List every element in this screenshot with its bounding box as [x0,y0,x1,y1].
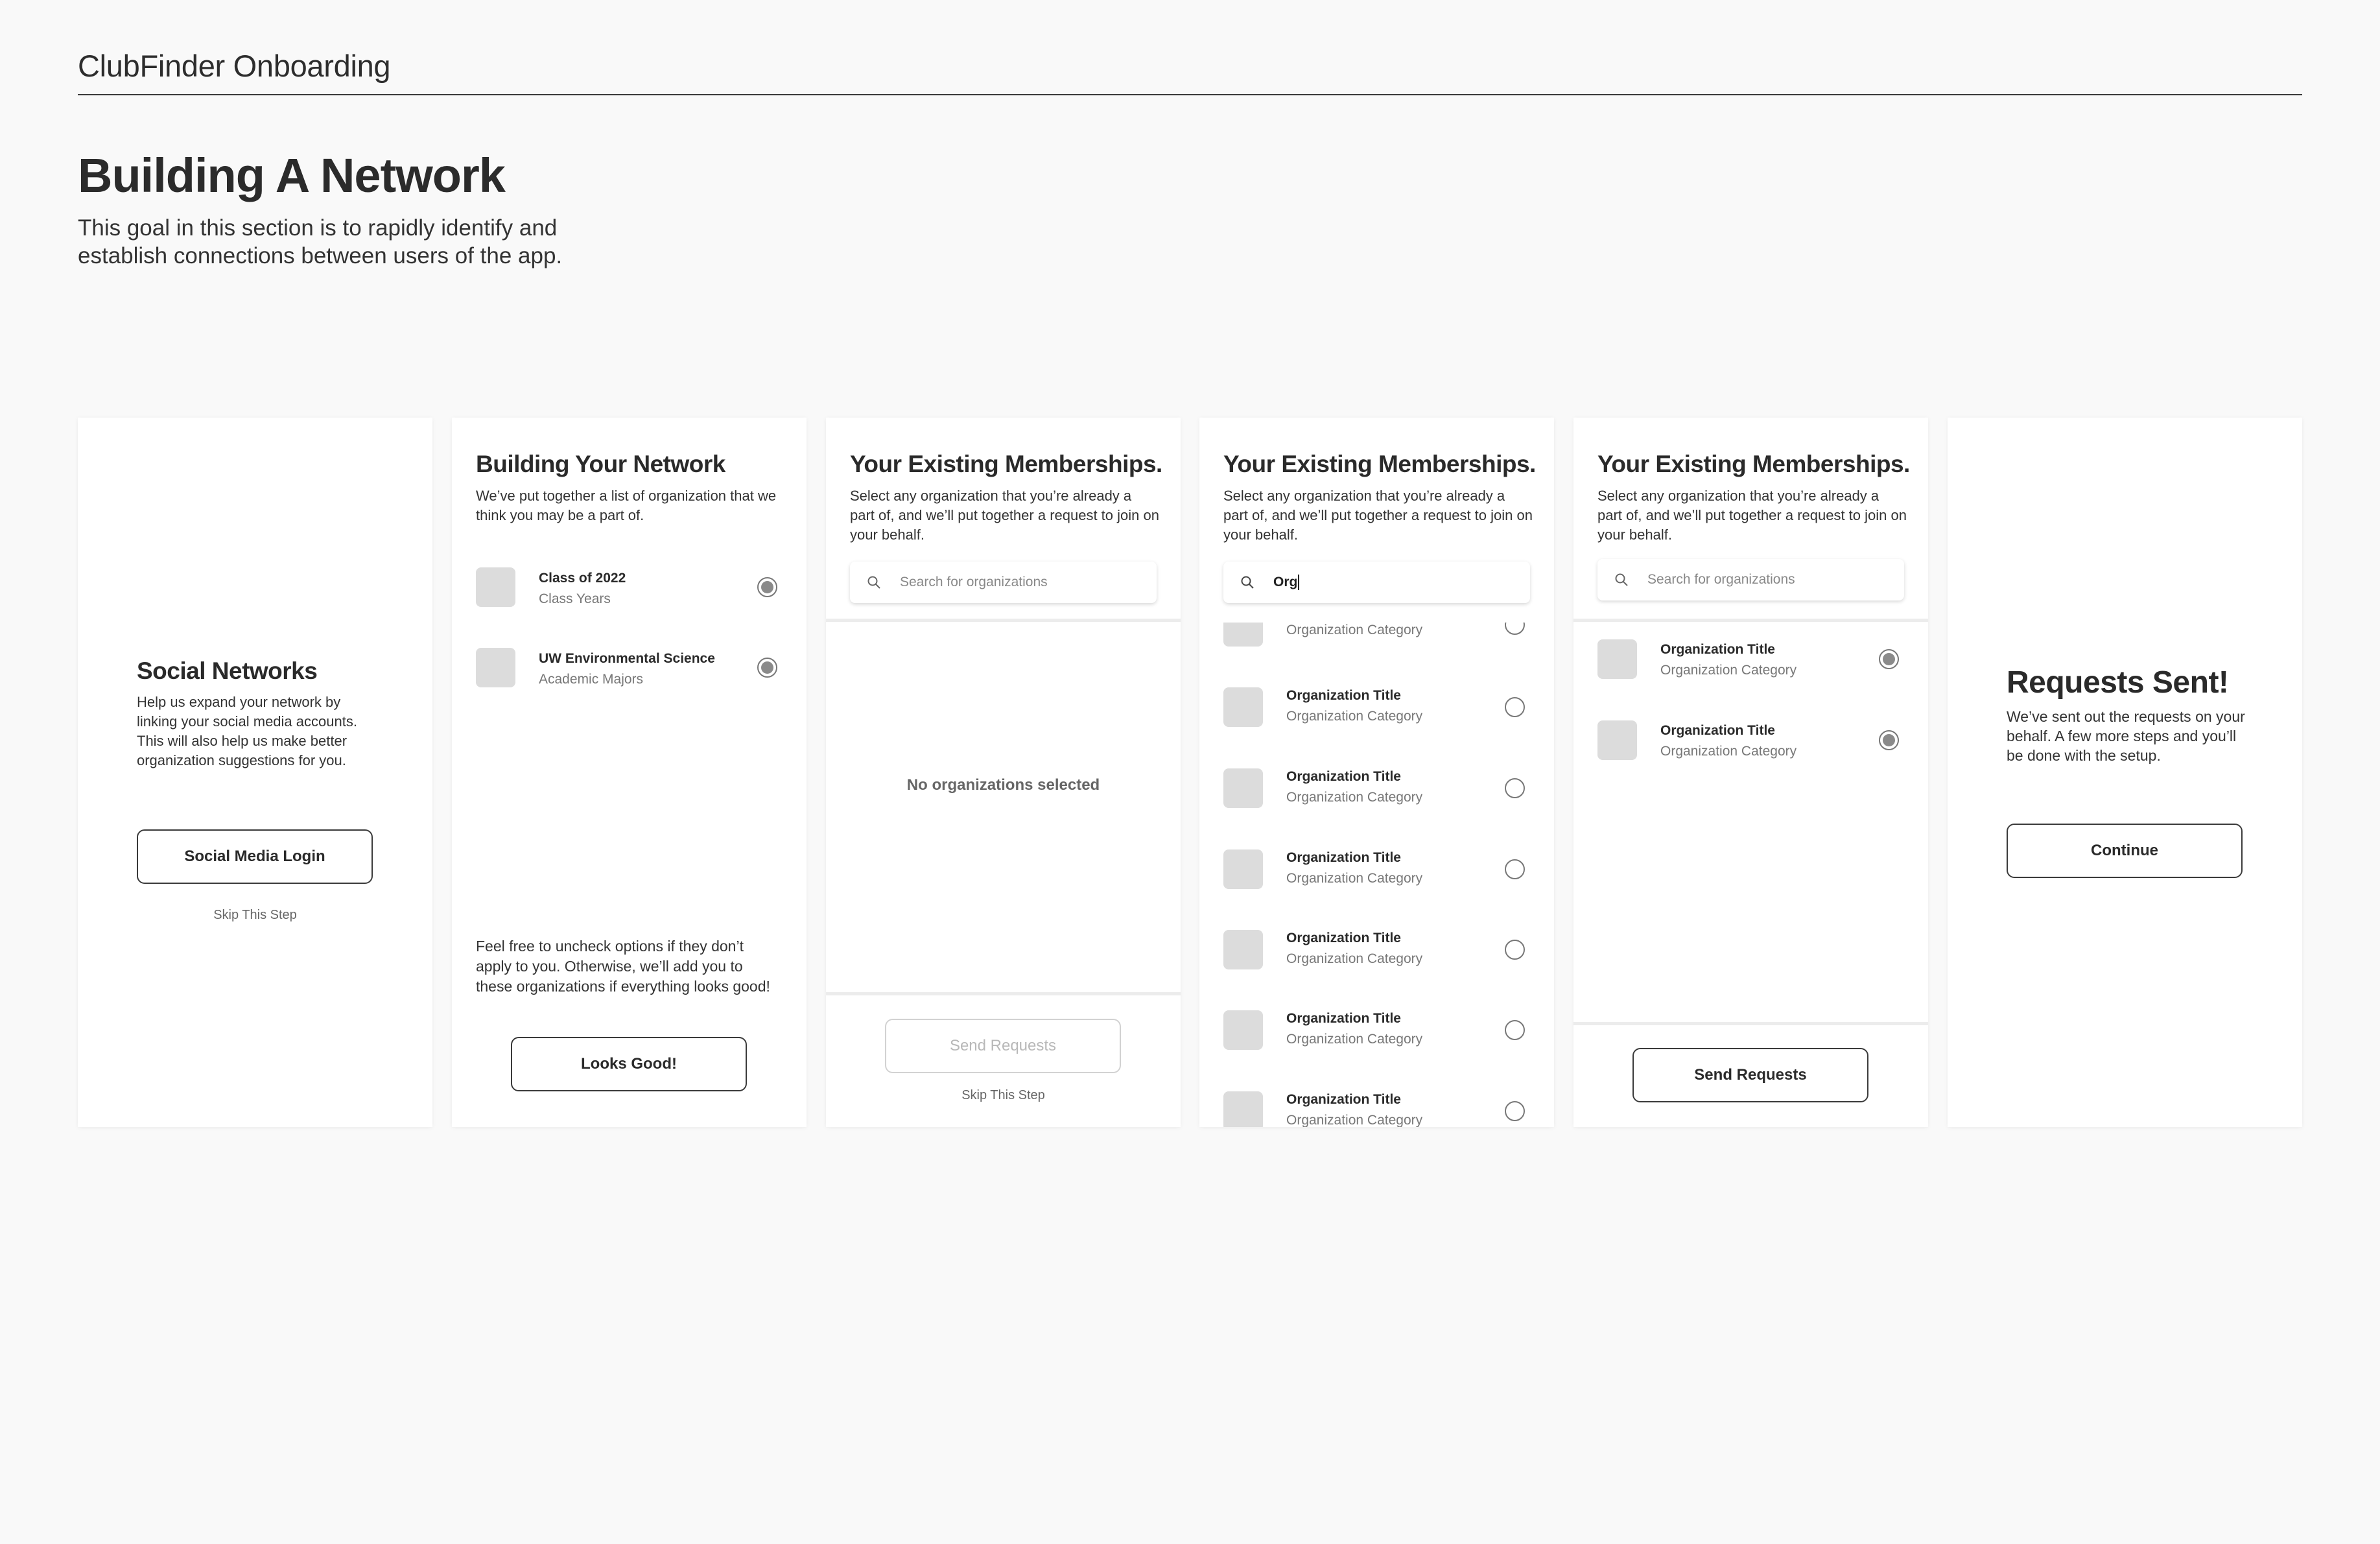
screen-social-networks: Social Networks Help us expand your netw… [78,418,432,1127]
organization-thumbnail [1223,687,1263,727]
screen-subtitle: Select any organization that you’re alre… [1223,488,1533,543]
search-input[interactable]: Search for organizations [1597,559,1904,600]
section-description: This goal in this section is to rapidly … [78,215,563,268]
organization-thumbnail [1223,1010,1263,1050]
screen-subtitle: Select any organization that you’re alre… [1597,488,1907,543]
screen-title: Social Networks [137,658,318,684]
skip-step-link[interactable]: Skip This Step [826,1088,1181,1103]
item-category: Organization Category [1286,871,1423,886]
organization-thumbnail [1223,1091,1263,1127]
screen-title: Your Existing Memberships. [850,451,1162,477]
item-category: Organization Category [1286,709,1423,724]
search-input[interactable]: Search for organizations [850,562,1157,603]
search-value: Org [1273,562,1300,603]
send-requests-button[interactable]: Send Requests [885,1019,1121,1073]
item-checkbox[interactable] [1505,940,1525,960]
item-title: Organization Title [1660,642,1775,657]
item-title: Organization Title [1286,1092,1401,1107]
item-title: UW Environmental Science [539,651,715,666]
send-requests-button[interactable]: Send Requests [1632,1048,1868,1102]
header-divider [78,94,2302,95]
screen-subtitle: Select any organization that you’re alre… [850,488,1159,543]
search-input[interactable]: Org [1223,562,1530,603]
screen-subtitle: Help us expand your network by linking y… [137,694,357,768]
item-category: Organization Category [1286,790,1423,805]
item-title: Organization Title [1286,1011,1401,1026]
item-title: Organization Title [1286,688,1401,703]
screen-title: Your Existing Memberships. [1597,451,1910,477]
item-checkbox[interactable] [757,577,777,597]
organization-thumbnail [476,567,515,607]
skip-step-link[interactable]: Skip This Step [78,908,432,923]
item-title: Organization Title [1286,931,1401,945]
organization-thumbnail [1597,639,1637,679]
organization-thumbnail [1223,930,1263,969]
screen-subtitle: We’ve sent out the requests on your beha… [2007,708,2245,764]
organization-list[interactable]: Organization Category Organization Title… [1199,623,1554,1127]
item-category: Organization Category [1286,623,1423,637]
continue-button[interactable]: Continue [2007,824,2243,878]
search-icon [867,576,880,589]
item-checkbox[interactable] [1505,1020,1525,1040]
search-placeholder: Search for organizations [900,575,1048,589]
item-title: Class of 2022 [539,571,626,586]
item-checkbox[interactable] [1879,649,1899,669]
app-title: ClubFinder Onboarding [78,49,391,83]
item-category: Organization Category [1286,951,1423,966]
divider [1573,1022,1928,1025]
screen-memberships-selected: Your Existing Memberships. Select any or… [1573,418,1928,1127]
item-checkbox[interactable] [757,658,777,678]
item-checkbox[interactable] [1505,1101,1525,1121]
item-title: Organization Title [1286,850,1401,865]
social-media-login-button[interactable]: Social Media Login [137,829,373,884]
divider [826,992,1181,995]
item-category: Organization Category [1660,744,1797,759]
screen-title: Building Your Network [476,451,725,477]
organization-thumbnail [1223,623,1263,647]
item-category: Organization Category [1286,1032,1423,1047]
item-category: Organization Category [1660,663,1797,678]
screen-building-network: Building Your Network We’ve put together… [452,418,807,1127]
search-placeholder: Search for organizations [1647,572,1795,587]
organization-thumbnail [1223,768,1263,808]
item-checkbox[interactable] [1505,778,1525,798]
item-checkbox[interactable] [1505,697,1525,717]
empty-state-message: No organizations selected [906,776,1100,794]
organization-thumbnail [476,648,515,687]
screen-requests-sent: Requests Sent! We’ve sent out the reques… [1948,418,2302,1127]
item-title: Organization Title [1660,723,1775,738]
screen-title: Your Existing Memberships. [1223,451,1536,477]
footer-note: Feel free to uncheck options if they don… [476,938,770,995]
divider [1573,619,1928,622]
item-checkbox[interactable] [1879,730,1899,750]
search-icon [1241,576,1254,589]
screen-subtitle: We’ve put together a list of organizatio… [476,488,777,523]
item-category: Academic Majors [539,672,644,687]
screen-memberships-search: Organization Category Organization Title… [1199,418,1554,1127]
organization-thumbnail [1597,720,1637,760]
section-title: Building A Network [78,148,506,202]
screen-memberships-empty: Your Existing Memberships. Select any or… [826,418,1181,1127]
item-category: Organization Category [1286,1113,1423,1127]
organization-thumbnail [1223,849,1263,889]
screen-title: Requests Sent! [2007,665,2229,700]
text-caret [1298,575,1300,591]
item-category: Class Years [539,591,611,606]
looks-good-button[interactable]: Looks Good! [511,1037,747,1091]
screen-header: Your Existing Memberships. Select any or… [1199,418,1554,620]
item-title: Organization Title [1286,769,1401,784]
search-icon [1615,573,1628,586]
item-checkbox[interactable] [1505,623,1525,635]
divider [826,619,1181,622]
item-checkbox[interactable] [1505,859,1525,879]
